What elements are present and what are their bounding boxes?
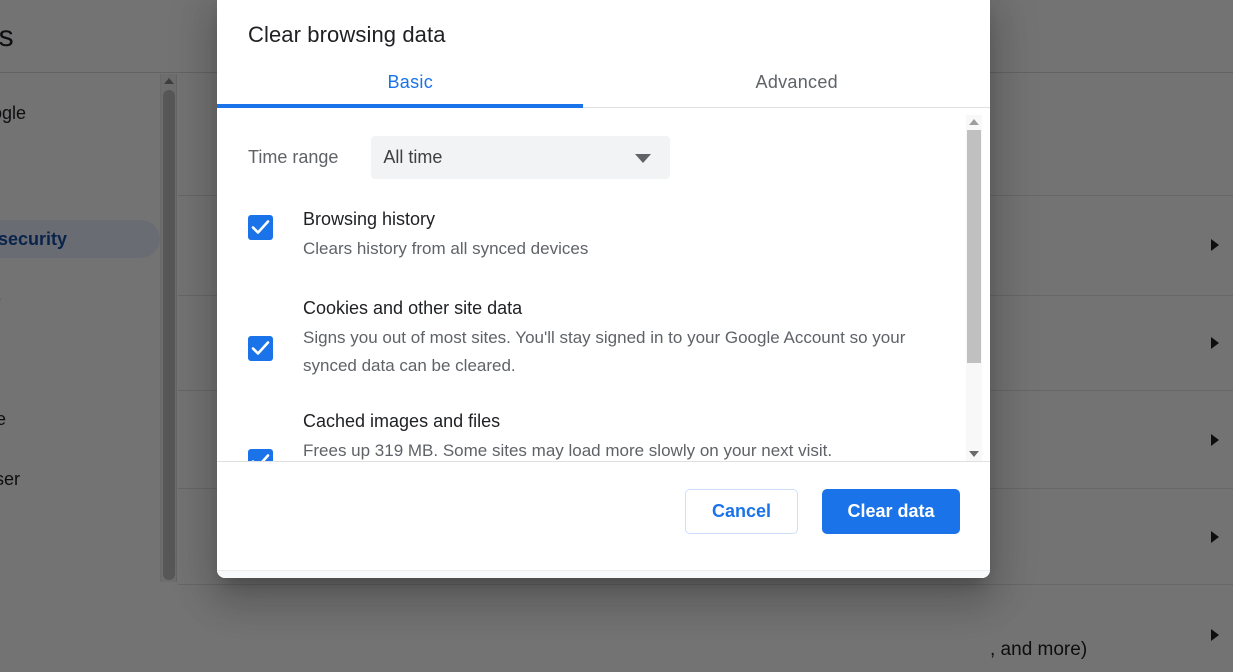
screen-root: gs oogle d security ce e ine wser xyxy=(0,0,1233,672)
dialog-title: Clear browsing data xyxy=(248,22,446,47)
clear-browsing-data-dialog: Clear browsing data Basic Advanced Time … xyxy=(217,0,990,578)
time-range-select[interactable]: All time xyxy=(371,135,671,179)
check-icon xyxy=(251,220,270,234)
dialog-actions: Cancel Clear data xyxy=(685,489,960,534)
checkbox-cached-images-and-files[interactable] xyxy=(248,449,273,461)
tab-label: Basic xyxy=(387,72,433,92)
option-description: Frees up 319 MB. Some sites may load mor… xyxy=(303,441,833,460)
dialog-scroll-area: Time range All time Browsing history Cle… xyxy=(217,115,990,461)
check-icon xyxy=(251,341,270,355)
sync-footer: Syncing to .com xyxy=(217,570,990,578)
option-title: Cookies and other site data xyxy=(303,298,523,318)
option-description: Signs you out of most sites. You'll stay… xyxy=(303,328,906,375)
scrollbar-thumb[interactable] xyxy=(967,130,981,363)
time-range-label: Time range xyxy=(248,146,339,167)
tab-advanced[interactable]: Advanced xyxy=(604,58,991,107)
dialog-divider xyxy=(217,461,990,462)
time-range-value: All time xyxy=(383,146,443,167)
option-title: Browsing history xyxy=(303,209,436,229)
active-tab-indicator xyxy=(217,104,583,108)
scroll-up-arrow-icon[interactable] xyxy=(969,119,979,125)
checkbox-browsing-history[interactable] xyxy=(248,215,273,240)
dialog-tabs: Basic Advanced xyxy=(217,58,990,108)
option-title: Cached images and files xyxy=(303,411,501,431)
check-icon xyxy=(251,454,270,461)
option-description: Clears history from all synced devices xyxy=(303,239,589,258)
checkbox-cookies-and-other-site-data[interactable] xyxy=(248,336,273,361)
tab-basic[interactable]: Basic xyxy=(217,58,604,107)
time-range-row: Time range All time xyxy=(248,135,671,179)
dialog-scrollbar[interactable] xyxy=(966,115,982,461)
tab-label: Advanced xyxy=(755,72,838,92)
scroll-down-arrow-icon[interactable] xyxy=(969,451,979,457)
cancel-button[interactable]: Cancel xyxy=(685,489,798,534)
chevron-down-icon xyxy=(635,153,652,163)
clear-data-button[interactable]: Clear data xyxy=(822,489,960,534)
